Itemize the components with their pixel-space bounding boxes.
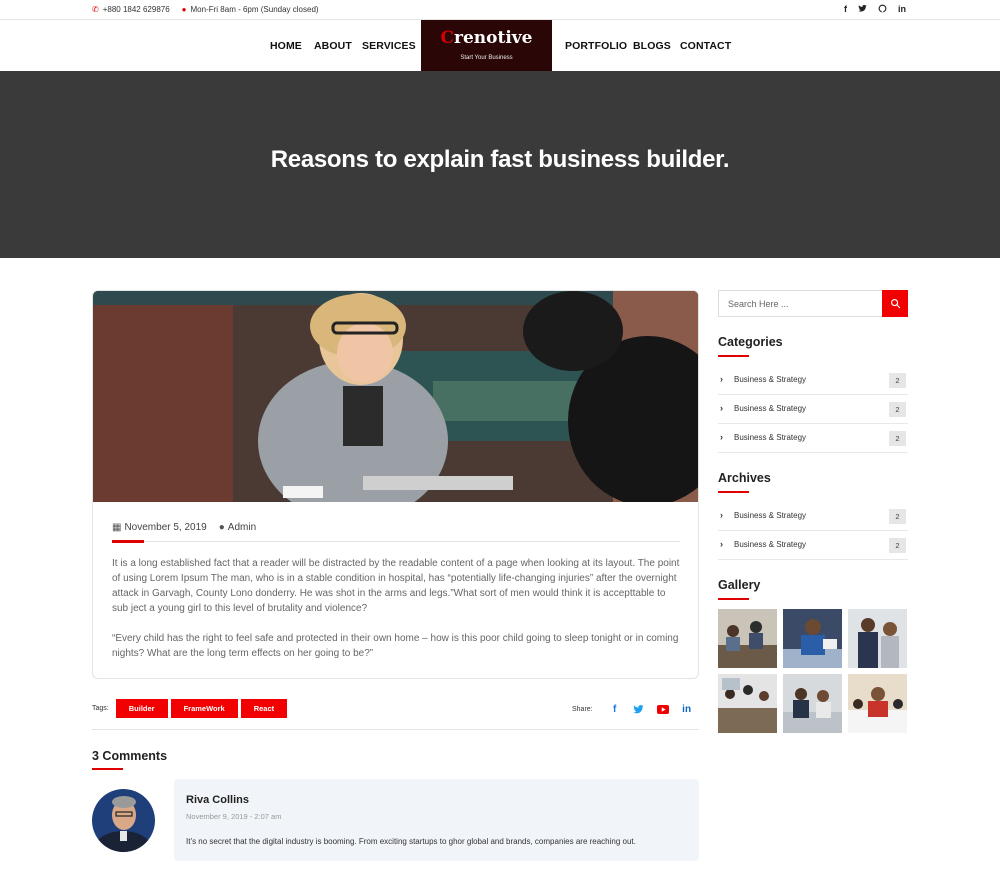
chevron-right-icon: ›: [720, 539, 723, 549]
hours-info: ● Mon-Fri 8am - 6pm (Sunday closed): [182, 5, 319, 14]
archive-item[interactable]: › Business & Strategy 2: [718, 531, 908, 560]
tag-react[interactable]: React: [240, 699, 288, 718]
nav-portfolio[interactable]: PORTFOLIO: [565, 40, 627, 52]
gallery-accent-bar: [718, 598, 749, 600]
tags-label: Tags:: [92, 705, 109, 712]
user-icon: ●: [218, 522, 225, 533]
linkedin-icon[interactable]: in: [681, 703, 693, 715]
category-label: Business & Strategy: [734, 404, 807, 413]
post-author-text: Admin: [227, 522, 257, 533]
post-author[interactable]: ● Admin: [219, 522, 256, 533]
gallery-thumbnail[interactable]: [718, 674, 777, 733]
main-nav: HOME ABOUT SERVICES Crenotive Start Your…: [0, 20, 1000, 71]
facebook-icon[interactable]: f: [609, 703, 621, 715]
search-button[interactable]: [882, 290, 908, 317]
archive-count: 2: [889, 509, 906, 524]
meta-divider: [112, 541, 680, 542]
chevron-right-icon: ›: [720, 510, 723, 520]
calendar-icon: ▦: [112, 522, 122, 533]
tag-builder[interactable]: Builder: [115, 699, 168, 718]
linkedin-icon[interactable]: in: [898, 4, 906, 15]
gallery-thumbnail[interactable]: [718, 609, 777, 668]
post-featured-image: [93, 291, 698, 502]
archives-accent-bar: [718, 491, 749, 493]
nav-blogs[interactable]: BLOGS: [633, 40, 671, 52]
post-tags: Tags: Builder FrameWork React: [92, 699, 290, 718]
share-links: Share: f in: [572, 703, 705, 715]
logo-tagline: Start Your Business: [460, 55, 513, 61]
category-item[interactable]: › Business & Strategy 2: [718, 395, 908, 424]
comments-accent-bar: [92, 768, 123, 770]
category-count: 2: [889, 431, 906, 446]
avatar: [92, 789, 155, 852]
logo-wordmark: Crenotive: [421, 28, 552, 48]
comments-title: 3 Comments: [92, 749, 168, 763]
tag-framework[interactable]: FrameWork: [170, 699, 238, 718]
chevron-right-icon: ›: [720, 403, 723, 413]
clock-icon: ●: [181, 5, 187, 14]
comment-text: It’s no secret that the digital industry…: [186, 837, 636, 846]
chevron-right-icon: ›: [720, 374, 723, 384]
gallery-thumbnail[interactable]: [848, 609, 907, 668]
nav-about[interactable]: ABOUT: [314, 40, 352, 52]
post-date-text: November 5, 2019: [124, 522, 207, 533]
top-bar: ✆ +880 1842 629876 ● Mon-Fri 8am - 6pm (…: [0, 0, 1000, 20]
category-count: 2: [889, 373, 906, 388]
nav-home[interactable]: HOME: [270, 40, 302, 52]
category-label: Business & Strategy: [734, 375, 807, 384]
categories-accent-bar: [718, 355, 749, 357]
archive-label: Business & Strategy: [734, 540, 807, 549]
archive-count: 2: [889, 538, 906, 553]
share-label: Share:: [572, 705, 593, 713]
search-icon: [890, 299, 900, 309]
logo-letter: C: [440, 28, 455, 48]
comment-author: Riva Collins: [186, 794, 249, 806]
post-card: ▦ November 5, 2019 ● Admin It is a long es…: [92, 290, 699, 679]
meta-accent-bar: [112, 540, 144, 543]
category-item[interactable]: › Business & Strategy 2: [718, 424, 908, 453]
gallery-thumbnail[interactable]: [783, 609, 842, 668]
social-links: f in: [844, 4, 906, 15]
archive-item[interactable]: › Business & Strategy 2: [718, 502, 908, 531]
page-title: Reasons to explain fast business builder…: [270, 146, 730, 173]
hours-text: Mon-Fri 8am - 6pm (Sunday closed): [190, 5, 319, 14]
category-item[interactable]: › Business & Strategy 2: [718, 366, 908, 395]
chevron-right-icon: ›: [720, 432, 723, 442]
nav-contact[interactable]: CONTACT: [680, 40, 731, 52]
contact-info: ✆ +880 1842 629876 ● Mon-Fri 8am - 6pm (…: [92, 5, 331, 14]
category-count: 2: [889, 402, 906, 417]
phone-text: +880 1842 629876: [102, 5, 170, 14]
post-paragraph-1: It is a long established fact that a rea…: [112, 558, 680, 614]
comment-card: Riva Collins November 9, 2019 - 2:07 am …: [174, 779, 699, 861]
categories-title: Categories: [718, 335, 783, 349]
category-label: Business & Strategy: [734, 433, 807, 442]
phone-info: ✆ +880 1842 629876: [92, 5, 170, 14]
logo-text: renotive: [454, 28, 533, 48]
gallery-title: Gallery: [718, 578, 761, 592]
page-hero: Reasons to explain fast business builder…: [0, 71, 1000, 258]
gallery-thumbnail[interactable]: [848, 674, 907, 733]
youtube-icon[interactable]: [656, 703, 669, 715]
archive-label: Business & Strategy: [734, 511, 807, 520]
github-icon[interactable]: [878, 4, 887, 15]
post-paragraph-2: “Every child has the right to feel safe …: [112, 633, 679, 659]
twitter-icon[interactable]: [633, 703, 645, 715]
twitter-icon[interactable]: [858, 4, 867, 15]
site-logo[interactable]: Crenotive Start Your Business: [421, 20, 552, 71]
post-meta: ▦ November 5, 2019 ● Admin: [112, 522, 256, 533]
facebook-icon[interactable]: f: [844, 4, 847, 15]
sidebar-search: [718, 290, 908, 317]
search-input[interactable]: [719, 291, 883, 316]
comment-date: November 9, 2019 - 2:07 am: [186, 812, 282, 821]
archives-title: Archives: [718, 471, 771, 485]
gallery-thumbnail[interactable]: [783, 674, 842, 733]
post-date: ▦ November 5, 2019: [112, 522, 207, 533]
tags-divider: [92, 729, 699, 730]
nav-services[interactable]: SERVICES: [362, 40, 416, 52]
phone-icon: ✆: [92, 5, 99, 14]
